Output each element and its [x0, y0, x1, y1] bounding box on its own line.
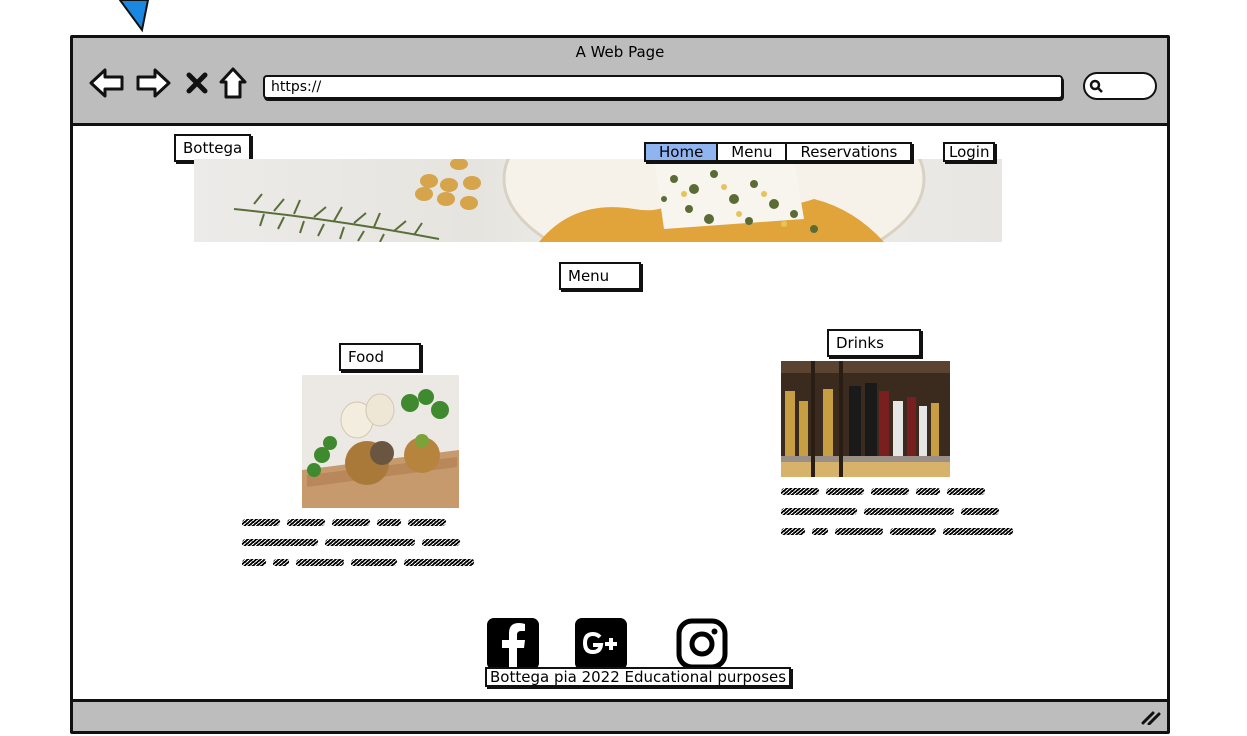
browser-statusbar	[73, 699, 1167, 731]
browser-search-field[interactable]	[1083, 72, 1157, 100]
nav-item-menu[interactable]: Menu	[718, 144, 788, 161]
resize-grip-icon[interactable]	[1141, 709, 1161, 725]
browser-window: A Web Page https:// Bottega Home Menu Re…	[70, 35, 1170, 734]
search-icon	[1089, 79, 1103, 93]
site-logo[interactable]: Bottega	[174, 134, 252, 162]
section-title: Menu	[559, 262, 641, 290]
footer-text: Bottega pia 2022 Educational purposes	[485, 667, 792, 687]
food-card-title: Food	[339, 343, 421, 371]
drinks-card-title: Drinks	[827, 329, 921, 357]
drinks-photo[interactable]	[781, 361, 950, 477]
main-nav: Home Menu Reservations	[644, 142, 913, 162]
nav-item-reservations[interactable]: Reservations	[787, 144, 910, 161]
back-arrow-icon[interactable]	[89, 65, 125, 101]
food-description	[241, 519, 492, 579]
hero-banner-image	[194, 159, 1002, 242]
url-input[interactable]: https://	[263, 75, 1063, 99]
window-title: A Web Page	[575, 43, 665, 61]
food-photo[interactable]	[302, 375, 459, 508]
instagram-icon[interactable]	[676, 618, 728, 670]
browser-titlebar: A Web Page https://	[73, 38, 1167, 126]
home-icon[interactable]	[215, 65, 251, 101]
drinks-description	[780, 488, 1031, 548]
nav-item-home[interactable]: Home	[646, 144, 719, 161]
login-button[interactable]: Login	[943, 142, 996, 162]
facebook-icon[interactable]	[487, 618, 539, 670]
stop-icon[interactable]	[179, 65, 215, 101]
forward-arrow-icon[interactable]	[135, 65, 171, 101]
google-plus-icon[interactable]	[575, 618, 627, 670]
